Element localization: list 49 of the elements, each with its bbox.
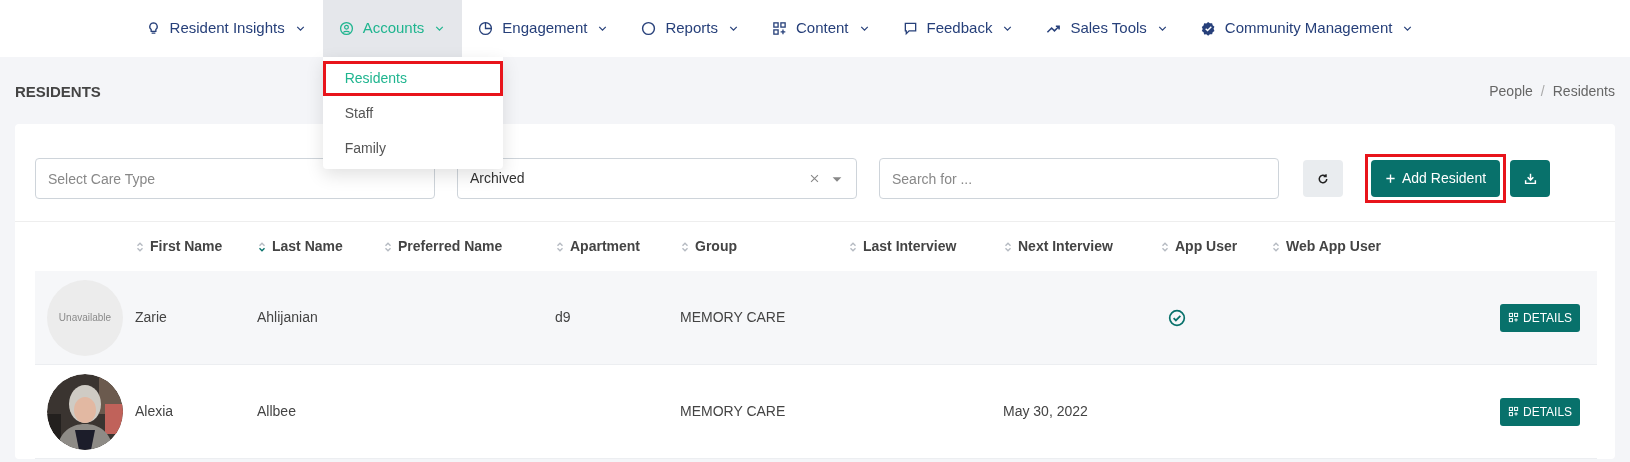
circle-icon (641, 21, 657, 36)
table-cell-text: d9 (555, 308, 572, 327)
column-header[interactable]: Web App User (1271, 236, 1500, 257)
nav-menu-item[interactable]: Content (755, 0, 887, 57)
download-icon (1523, 172, 1537, 185)
details-button[interactable]: DETAILS (1500, 303, 1581, 332)
details-button[interactable]: DETAILS (1500, 397, 1581, 426)
comment-icon (902, 21, 918, 36)
table-cell-text: Zarie (135, 308, 168, 327)
nav-menu-item[interactable]: Feedback (886, 0, 1031, 57)
nav-menu-item[interactable]: Resident Insights (129, 0, 323, 57)
column-header[interactable]: App User (1160, 236, 1271, 257)
nav-menu-item[interactable]: Community Management (1184, 0, 1431, 57)
care-type-select[interactable]: Select Care Type (35, 158, 435, 199)
column-header[interactable]: Last Interview (848, 236, 1003, 257)
refresh-button[interactable] (1303, 160, 1343, 197)
column-header[interactable]: Group (680, 236, 848, 257)
breadcrumb-link[interactable]: People (1489, 81, 1533, 102)
add-resident-button[interactable]: Add Resident (1371, 160, 1501, 197)
nav-menu-item[interactable]: Reports (625, 0, 756, 57)
status-select[interactable]: Archived (457, 158, 857, 199)
download-button[interactable] (1510, 160, 1551, 197)
page-title: RESIDENTS (15, 82, 101, 101)
grid-icon (1508, 312, 1519, 323)
column-header[interactable]: Preferred Name (383, 236, 555, 257)
plus-icon (1385, 173, 1396, 184)
pie-chart-icon (478, 21, 494, 36)
table-cell-text: Alexia (135, 402, 175, 421)
verified-badge-icon (1200, 21, 1216, 36)
clear-icon (809, 173, 820, 184)
search-field[interactable]: Search for ... (879, 158, 1279, 199)
table-cell-text: May 30, 2022 (1003, 402, 1089, 421)
column-header[interactable]: Next Interview (1003, 236, 1160, 257)
dropdown-item[interactable]: Staff (322, 95, 503, 131)
column-header[interactable]: Last Name (257, 236, 383, 257)
grid-icon (771, 21, 787, 36)
table-cell-text: Allbee (257, 402, 297, 421)
user-circle-icon (338, 21, 354, 36)
nav-menu-item[interactable]: Sales Tools (1030, 0, 1185, 57)
table-cell-text: MEMORY CARE (680, 402, 787, 421)
table-cell-text: Ahlijanian (257, 308, 319, 327)
grid-icon (1508, 406, 1519, 417)
breadcrumb-current: Residents (1552, 82, 1615, 101)
column-header[interactable]: First Name (135, 236, 257, 257)
table-cell-text: MEMORY CARE (680, 308, 787, 327)
refresh-icon (1317, 172, 1329, 185)
breadcrumb-separator: / (1540, 82, 1545, 101)
column-header[interactable]: Apartment (555, 236, 680, 257)
unavailable-label: Unavailable (58, 311, 112, 325)
